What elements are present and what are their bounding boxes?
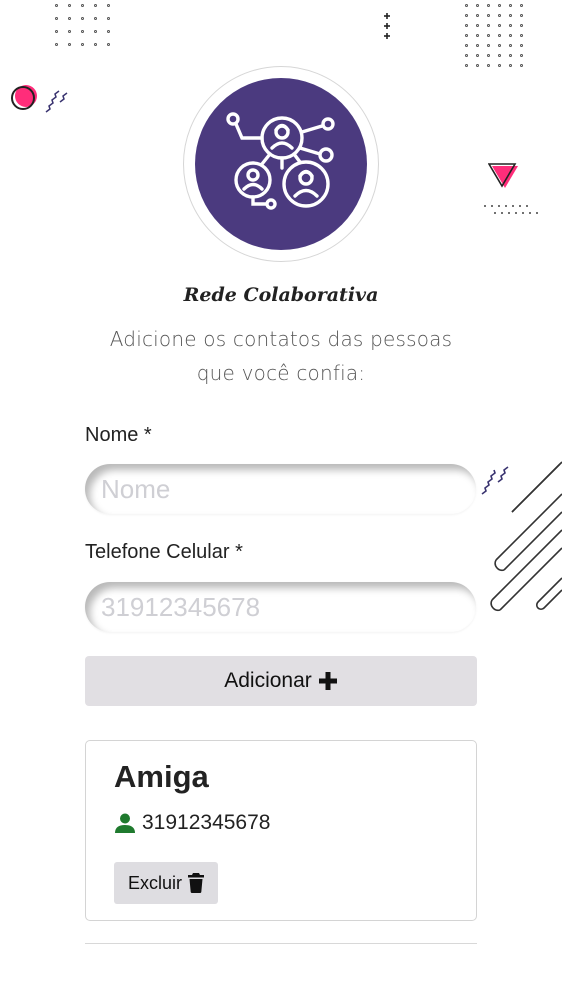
contact-name: Amiga xyxy=(114,759,209,794)
decor-dot-rows-right xyxy=(484,205,538,214)
decor-pink-circle xyxy=(11,85,37,110)
contact-phone-row: 31912345678 xyxy=(114,811,270,835)
contact-card: Amiga 31912345678 Excluir xyxy=(85,740,477,921)
decor-pink-triangle xyxy=(488,163,518,188)
delete-contact-button-label: Excluir xyxy=(127,872,182,893)
decor-dot-grid-top-left xyxy=(55,4,110,46)
page-subtitle-line-1: Adicione os contatos das pessoas xyxy=(109,327,453,351)
phone-input[interactable] xyxy=(85,582,476,632)
phone-label: Telefone Celular * xyxy=(85,541,243,563)
decor-zigzag-left xyxy=(45,90,68,113)
trash-icon xyxy=(188,873,204,893)
decor-dot-grid-top-right xyxy=(465,4,523,67)
add-contact-button[interactable]: Adicionar xyxy=(85,656,477,706)
decor-plus-column xyxy=(384,13,390,39)
logo-ring xyxy=(183,66,379,262)
page-subtitle-line-2: que você confia: xyxy=(196,361,366,385)
contact-phone: 31912345678 xyxy=(142,811,271,834)
name-label: Nome * xyxy=(85,424,152,446)
delete-contact-button[interactable]: Excluir xyxy=(114,862,218,904)
network-people-icon xyxy=(226,112,335,210)
page-subtitle: Adicione os contatos das pessoas que voc… xyxy=(90,322,472,390)
divider xyxy=(85,943,477,944)
add-contact-button-label: Adicionar xyxy=(224,669,312,692)
name-input[interactable] xyxy=(85,464,476,514)
logo-badge xyxy=(195,78,367,250)
decor-diagonal-pills xyxy=(490,461,562,612)
app-title: Rede Colaborativa xyxy=(183,284,379,306)
plus-icon xyxy=(318,672,337,690)
user-icon xyxy=(115,813,135,833)
